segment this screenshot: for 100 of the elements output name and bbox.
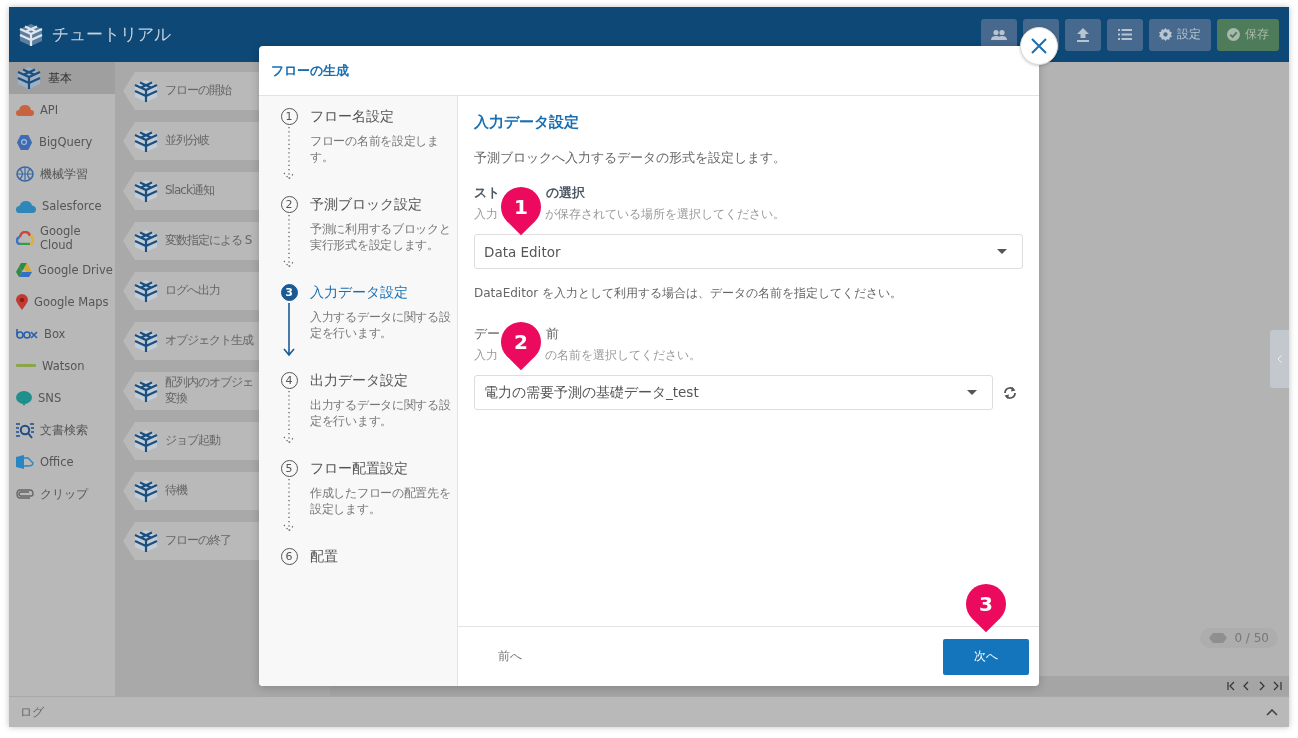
upload-icon bbox=[1077, 27, 1089, 42]
sidebar-item[interactable]: BigQuery bbox=[9, 126, 115, 158]
next-button[interactable]: 次へ bbox=[943, 638, 1029, 675]
log-title: ログ bbox=[20, 703, 44, 721]
sidebar-item[interactable]: 機械学習 bbox=[9, 158, 115, 190]
map-pin-icon bbox=[16, 294, 28, 310]
step-title: 予測ブロック設定 bbox=[310, 195, 423, 214]
cloud-icon bbox=[16, 104, 34, 116]
sidebar-item[interactable]: Watson bbox=[9, 350, 115, 382]
cube-logo-icon bbox=[133, 278, 159, 304]
dotted-connector bbox=[283, 215, 295, 269]
flow-block[interactable]: フローの開始 bbox=[123, 72, 259, 110]
cube-logo-icon bbox=[133, 328, 159, 354]
field-label: デー bbox=[474, 326, 500, 343]
gear-icon bbox=[1159, 28, 1172, 41]
field-label: 前 bbox=[546, 326, 559, 343]
flow-block[interactable]: 配列内のオブジェ変換 bbox=[123, 372, 259, 410]
flow-block[interactable]: フローの終了 bbox=[123, 522, 259, 560]
cloud-icon bbox=[16, 231, 34, 245]
save-button[interactable]: 保存 bbox=[1217, 18, 1279, 51]
cube-logo-icon bbox=[16, 65, 42, 91]
cube-logo-icon bbox=[133, 378, 159, 404]
flow-block[interactable]: Slack通知 bbox=[123, 172, 259, 210]
flow-block[interactable]: オブジェクト生成 bbox=[123, 322, 259, 360]
sidebar-item[interactable]: Google Drive bbox=[9, 254, 115, 286]
step-description: 出力するデータに関する設定を行います。 bbox=[310, 397, 452, 429]
cube-logo-icon bbox=[133, 228, 159, 254]
sidebar-item[interactable]: API bbox=[9, 94, 115, 126]
step-title: 入力データ設定 bbox=[310, 283, 409, 302]
cloud-icon bbox=[16, 199, 36, 213]
hexagon-icon bbox=[16, 133, 33, 151]
cube-logo-icon bbox=[133, 78, 159, 104]
upload-button[interactable] bbox=[1065, 18, 1101, 51]
collapse-handle[interactable] bbox=[1270, 330, 1289, 388]
step-number: 3 bbox=[280, 284, 298, 301]
paperclip-icon bbox=[16, 489, 34, 499]
back-button[interactable]: 前へ bbox=[486, 640, 534, 673]
dropdown-caret-icon bbox=[997, 249, 1007, 254]
chevron-up-icon[interactable] bbox=[1266, 708, 1278, 716]
sidebar-item[interactable]: 文書検索 bbox=[9, 414, 115, 446]
step-description: 作成したフローの配置先を設定します。 bbox=[310, 485, 452, 517]
step-description: 予測に利用するブロックと実行形式を設定します。 bbox=[310, 221, 452, 253]
dotted-connector bbox=[283, 127, 295, 181]
section-title: 入力データ設定 bbox=[474, 113, 580, 132]
cube-logo-icon bbox=[133, 428, 159, 454]
step-title: フロー名設定 bbox=[310, 107, 395, 126]
cube-logo-icon bbox=[133, 528, 159, 554]
settings-button[interactable]: 設定 bbox=[1149, 18, 1211, 51]
dialog-title: フローの生成 bbox=[271, 61, 349, 80]
field-hint: の名前を選択してください。 bbox=[545, 347, 701, 364]
triangle-icon bbox=[16, 263, 32, 277]
users-icon bbox=[991, 28, 1007, 41]
speech-bubble-icon bbox=[16, 390, 32, 406]
watson-logo-icon bbox=[16, 363, 36, 369]
flow-block[interactable]: 変数指定による S bbox=[123, 222, 259, 260]
list-icon bbox=[1118, 29, 1132, 40]
dropdown-caret-icon bbox=[967, 390, 977, 395]
sidebar-item[interactable]: 基本 bbox=[9, 62, 115, 94]
document-search-icon bbox=[16, 421, 34, 439]
chevron-left-icon bbox=[1277, 355, 1282, 363]
field-hint: 入力 bbox=[474, 347, 498, 364]
dotted-connector bbox=[283, 479, 295, 533]
flow-block[interactable]: 待機 bbox=[123, 472, 259, 510]
cube-logo-icon bbox=[133, 178, 159, 204]
flow-block[interactable]: ログへ出力 bbox=[123, 272, 259, 310]
field-hint: 入力 bbox=[474, 206, 498, 223]
check-circle-icon bbox=[1227, 28, 1240, 41]
step-description: 入力するデータに関する設定を行います。 bbox=[310, 309, 452, 341]
box-logo-icon bbox=[16, 329, 38, 339]
list-button[interactable] bbox=[1107, 18, 1143, 51]
sidebar-item[interactable]: Office bbox=[9, 446, 115, 478]
step-title: 配置 bbox=[310, 547, 339, 566]
cube-logo-icon bbox=[133, 478, 159, 504]
close-icon bbox=[1031, 38, 1047, 54]
flow-block[interactable]: ジョブ起動 bbox=[123, 422, 259, 460]
flow-block[interactable]: 並列分岐 bbox=[123, 122, 259, 160]
step-description: フローの名前を設定します。 bbox=[310, 133, 440, 165]
step-title: 出力データ設定 bbox=[310, 371, 409, 390]
step-title: フロー配置設定 bbox=[310, 459, 409, 478]
select-field[interactable]: Data Editor bbox=[474, 234, 1023, 269]
select-field[interactable]: 電力の需要予測の基礎データ_test bbox=[474, 375, 993, 410]
field-label: スト bbox=[474, 185, 500, 202]
dotted-connector bbox=[283, 391, 295, 445]
pagination-icon[interactable] bbox=[1227, 681, 1283, 691]
sidebar-item[interactable]: Google Cloud bbox=[9, 222, 115, 254]
sidebar-item[interactable]: Box bbox=[9, 318, 115, 350]
field-label: の選択 bbox=[546, 185, 585, 202]
sidebar-item[interactable]: Google Maps bbox=[9, 286, 115, 318]
sidebar-item[interactable]: クリップ bbox=[9, 478, 115, 510]
office-icon bbox=[16, 455, 34, 469]
sidebar-item[interactable]: Salesforce bbox=[9, 190, 115, 222]
arrow-connector bbox=[283, 303, 295, 357]
cube-logo-icon bbox=[133, 128, 159, 154]
field-hint: が保存されている場所を選択してください。 bbox=[545, 206, 785, 223]
refresh-icon[interactable] bbox=[1003, 384, 1017, 401]
field-note: DataEditor を入力として利用する場合は、データの名前を指定してください。 bbox=[474, 285, 903, 302]
section-description: 予測ブロックへ入力するデータの形式を設定します。 bbox=[474, 150, 787, 167]
sidebar-item[interactable]: SNS bbox=[9, 382, 115, 414]
app-logo-icon bbox=[18, 21, 44, 48]
tag-icon bbox=[1209, 633, 1228, 643]
